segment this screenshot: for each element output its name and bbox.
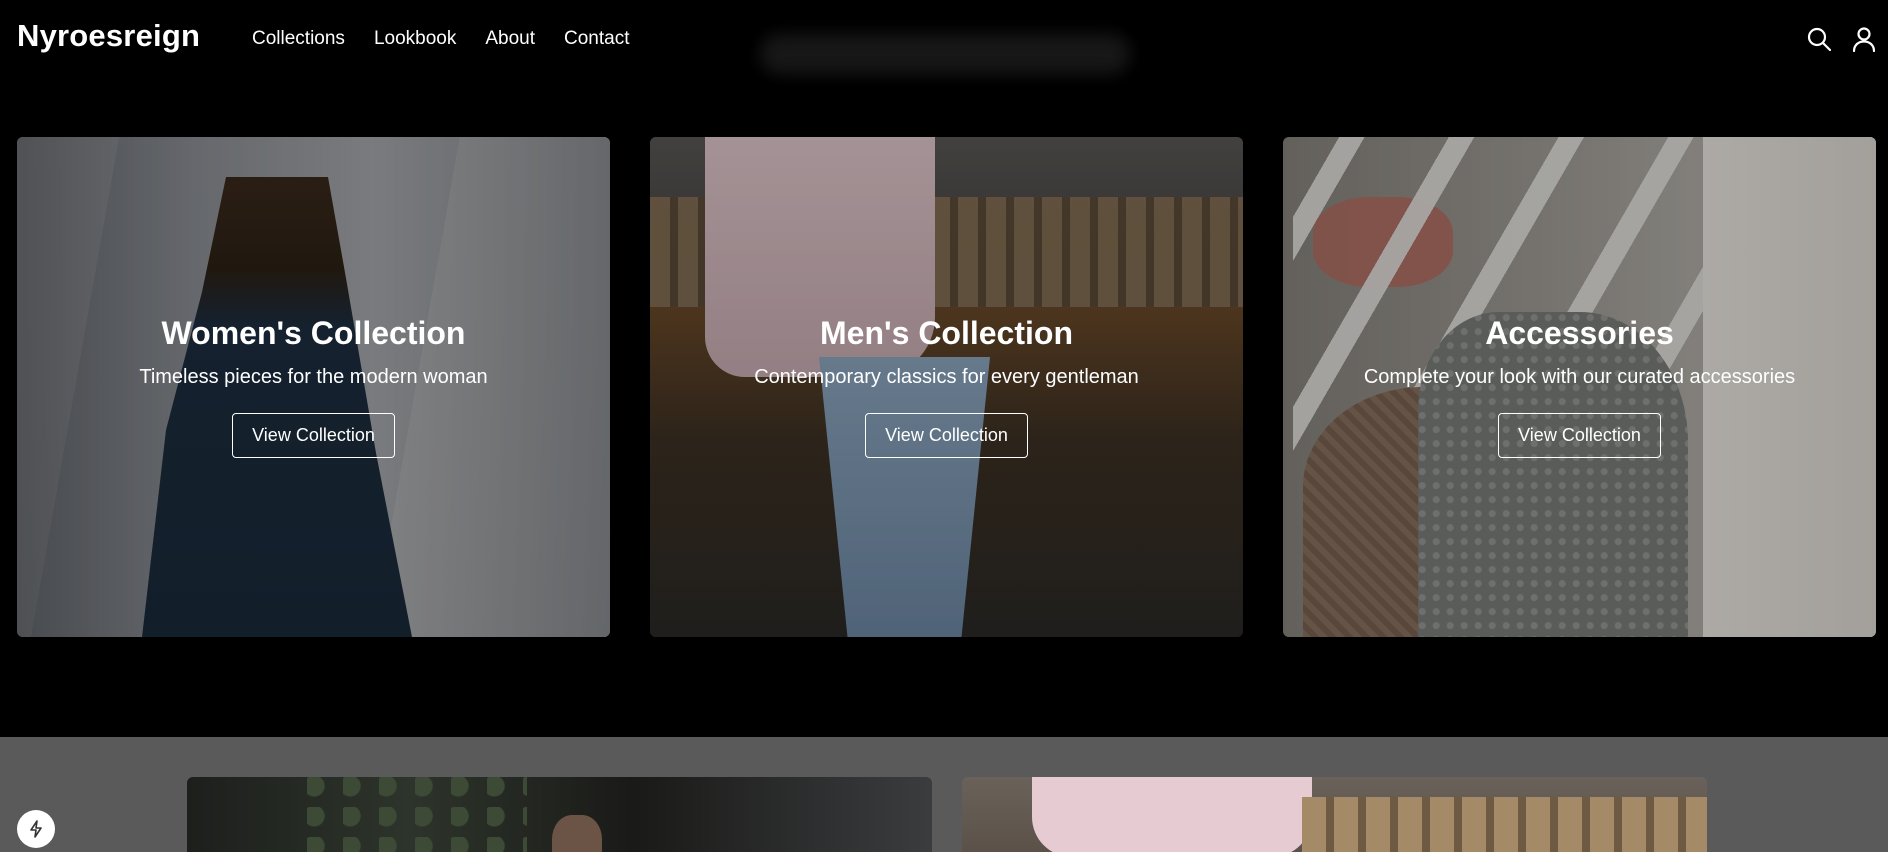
- brand-logo[interactable]: Nyroesreign: [17, 18, 200, 54]
- nav-link-lookbook[interactable]: Lookbook: [374, 28, 456, 50]
- nav-link-collections[interactable]: Collections: [252, 28, 345, 50]
- hoodie-figure: [1032, 777, 1312, 852]
- lookbook-image-2[interactable]: [962, 777, 1707, 852]
- pallets-background: [1302, 797, 1707, 852]
- lightning-icon[interactable]: [17, 810, 55, 848]
- card-accessories[interactable]: Accessories Complete your look with our …: [1283, 137, 1876, 637]
- blurred-header-text: [760, 34, 1130, 74]
- lookbook-image-1[interactable]: [187, 777, 932, 852]
- nav-link-about[interactable]: About: [485, 28, 535, 50]
- main-nav: Collections Lookbook About Contact: [252, 28, 658, 50]
- card-womens-collection[interactable]: Women's Collection Timeless pieces for t…: [17, 137, 610, 637]
- card-title: Men's Collection: [820, 315, 1073, 351]
- view-collection-button[interactable]: View Collection: [1498, 413, 1661, 458]
- card-mens-collection[interactable]: Men's Collection Contemporary classics f…: [650, 137, 1243, 637]
- nav-link-contact[interactable]: Contact: [564, 28, 629, 50]
- card-content: Men's Collection Contemporary classics f…: [650, 315, 1243, 458]
- lookbook-section: [0, 737, 1888, 852]
- card-content: Women's Collection Timeless pieces for t…: [17, 315, 610, 458]
- view-collection-button[interactable]: View Collection: [865, 413, 1028, 458]
- ivy-leaves: [307, 777, 527, 852]
- user-icon[interactable]: [1851, 26, 1877, 53]
- site-header: Nyroesreign Collections Lookbook About C…: [0, 0, 1888, 76]
- card-subtitle: Timeless pieces for the modern woman: [139, 366, 488, 388]
- card-subtitle: Contemporary classics for every gentlema…: [754, 366, 1139, 388]
- card-content: Accessories Complete your look with our …: [1283, 315, 1876, 458]
- search-icon[interactable]: [1806, 26, 1832, 52]
- woman-face: [552, 815, 602, 852]
- card-title: Accessories: [1485, 315, 1674, 351]
- card-subtitle: Complete your look with our curated acce…: [1363, 366, 1796, 388]
- view-collection-button[interactable]: View Collection: [232, 413, 395, 458]
- card-title: Women's Collection: [161, 315, 466, 351]
